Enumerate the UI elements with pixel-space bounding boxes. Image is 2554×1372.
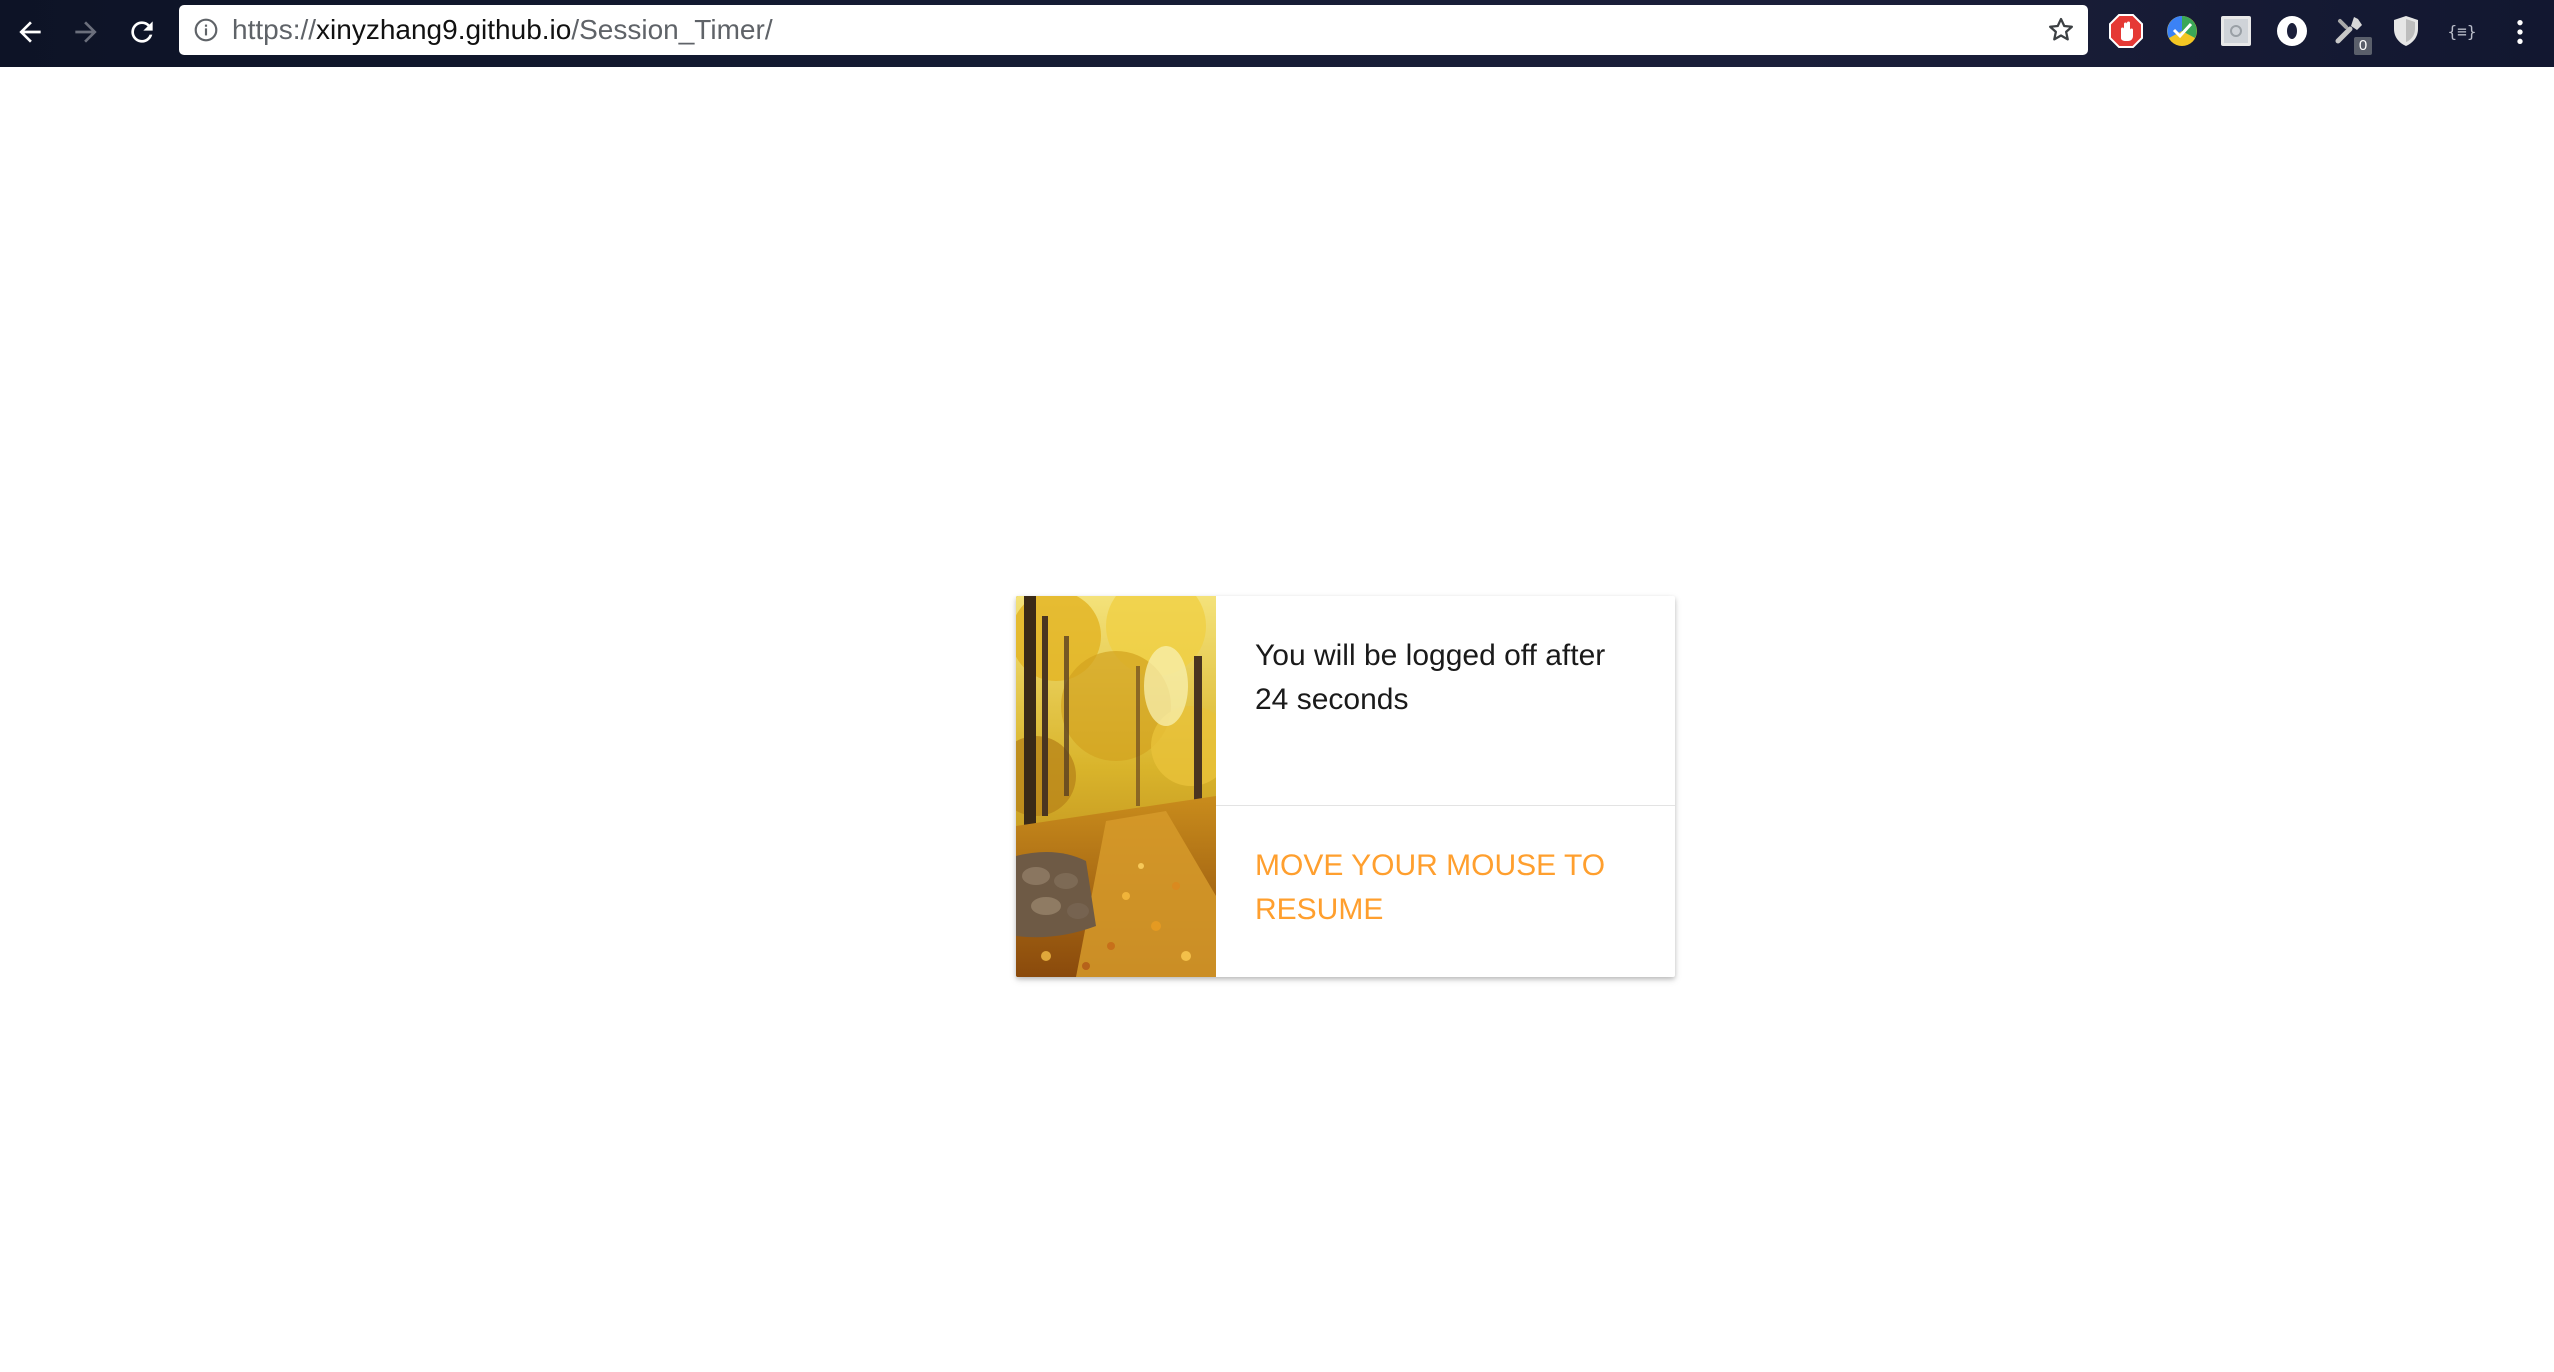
adblock-extension[interactable] — [2108, 13, 2144, 49]
arrow-left-icon — [19, 21, 41, 43]
countdown-text: 24 seconds — [1255, 683, 1409, 716]
resume-action-link[interactable]: MOVE YOUR MOUSE TO RESUME — [1255, 844, 1637, 932]
o-icon — [2277, 16, 2307, 46]
forward-button[interactable] — [66, 12, 106, 52]
url-scheme: https:// — [232, 14, 317, 45]
resume-action-line-2: RESUME — [1255, 893, 1384, 926]
url-text[interactable]: https://xinyzhang9.github.io/Session_Tim… — [232, 15, 773, 45]
screenshot-icon — [2221, 16, 2251, 46]
logout-message: You will be logged off after 24 seconds — [1255, 634, 1637, 722]
screenshot-extension[interactable] — [2218, 13, 2254, 49]
address-bar[interactable]: https://xinyzhang9.github.io/Session_Tim… — [179, 5, 2088, 55]
reload-button[interactable] — [122, 12, 162, 52]
url-host: xinyzhang9.github.io — [316, 14, 572, 45]
arrow-right-icon — [75, 21, 97, 43]
url-path: /Session_Timer/ — [571, 14, 773, 45]
back-button[interactable] — [10, 12, 50, 52]
bookmark-star-icon[interactable] — [2046, 15, 2076, 45]
autumn-forest-path-image — [1016, 596, 1216, 977]
json-braces-icon: {≡} — [2447, 21, 2477, 41]
adblock-icon — [2109, 14, 2143, 48]
colorpick-extension[interactable] — [2164, 13, 2200, 49]
browser-toolbar: https://xinyzhang9.github.io/Session_Tim… — [0, 0, 2554, 67]
card-content: You will be logged off after 24 seconds — [1216, 596, 1675, 806]
o-extension[interactable] — [2274, 13, 2310, 49]
card-action: MOVE YOUR MOUSE TO RESUME — [1216, 807, 1675, 977]
info-icon[interactable] — [193, 17, 219, 43]
browser-menu-button[interactable] — [2500, 12, 2540, 52]
shield-extension[interactable] — [2388, 13, 2424, 49]
resume-action-line-1: MOVE YOUR MOUSE TO — [1255, 849, 1606, 882]
session-timer-card: You will be logged off after 24 seconds … — [1016, 596, 1675, 977]
colorpick-icon — [2167, 16, 2197, 46]
reload-icon — [131, 21, 153, 43]
logout-message-line-1: You will be logged off after — [1255, 639, 1606, 672]
more-vertical-icon — [2517, 20, 2523, 44]
shield-icon — [2394, 16, 2418, 46]
json-extension[interactable]: {≡} — [2444, 13, 2480, 49]
tools-badge: 0 — [2354, 37, 2372, 55]
tools-extension[interactable]: 0 — [2332, 13, 2372, 55]
